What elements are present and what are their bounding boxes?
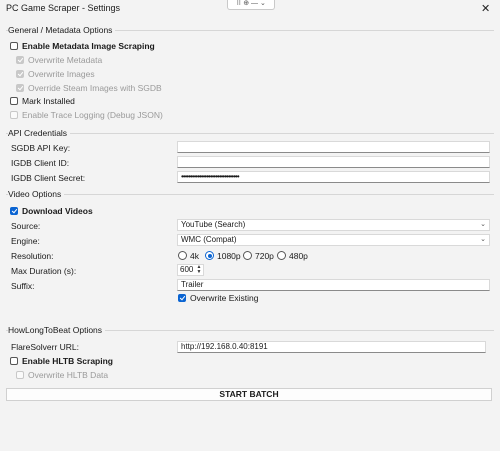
resolution-480p-label: 480p	[289, 251, 308, 261]
engine-dropdown[interactable]: WMC (Compat) ⌄	[177, 234, 490, 246]
download-videos-label: Download Videos	[22, 206, 93, 216]
override-steam-label: Override Steam Images with SGDB	[28, 83, 162, 93]
resolution-480p-radio[interactable]	[277, 251, 286, 260]
overwrite-hltb-checkbox[interactable]	[16, 371, 24, 379]
source-value: YouTube (Search)	[181, 220, 246, 229]
enable-hltb-label: Enable HLTB Scraping	[22, 356, 113, 366]
enable-hltb-checkbox[interactable]	[10, 357, 18, 365]
max-duration-label: Max Duration (s):	[11, 266, 77, 276]
enable-metadata-checkbox[interactable]	[10, 42, 18, 50]
flaresolverr-url-input[interactable]: http://192.168.0.40:8191	[177, 341, 486, 353]
enable-metadata-label: Enable Metadata Image Scraping	[22, 41, 155, 51]
window-title: PC Game Scraper - Settings	[6, 3, 121, 13]
max-duration-value: 600	[180, 265, 194, 274]
group-title-video: Video Options	[8, 189, 65, 199]
igdb-client-secret-label: IGDB Client Secret:	[11, 173, 86, 183]
igdb-client-secret-input[interactable]: ••••••••••••••••••••••••••••••••	[177, 171, 490, 183]
overwrite-existing-checkbox[interactable]	[178, 294, 186, 302]
chevron-down-icon: ⌄	[480, 236, 486, 243]
chevron-down-icon: ⌄	[480, 221, 486, 228]
resolution-720p-radio[interactable]	[243, 251, 252, 260]
sgdb-key-label: SGDB API Key:	[11, 143, 71, 153]
start-batch-button[interactable]: START BATCH	[6, 388, 492, 401]
overwrite-hltb-label: Overwrite HLTB Data	[28, 370, 109, 380]
igdb-client-id-input[interactable]	[177, 156, 490, 168]
resolution-4k-radio[interactable]	[178, 251, 187, 260]
resolution-1080p-radio[interactable]	[205, 251, 214, 260]
group-title-general: General / Metadata Options	[8, 25, 116, 35]
download-videos-checkbox[interactable]	[10, 207, 18, 215]
overwrite-images-label: Overwrite Images	[28, 69, 95, 79]
overwrite-existing-label: Overwrite Existing	[190, 293, 259, 303]
group-title-hltb: HowLongToBeat Options	[8, 325, 106, 335]
snap-layout-toolbar[interactable]: ⠿ ⊕ — ⌄	[227, 0, 275, 10]
resolution-720p-label: 720p	[255, 251, 274, 261]
overwrite-images-checkbox[interactable]	[16, 70, 24, 78]
igdb-client-id-label: IGDB Client ID:	[11, 158, 70, 168]
suffix-input[interactable]: Trailer	[177, 279, 490, 291]
resolution-1080p-label: 1080p	[217, 251, 241, 261]
close-icon[interactable]: ✕	[481, 2, 490, 15]
title-bar: PC Game Scraper - Settings ⠿ ⊕ — ⌄ ✕	[0, 0, 500, 18]
group-title-api: API Credentials	[8, 128, 71, 138]
resolution-label: Resolution:	[11, 251, 54, 261]
engine-label: Engine:	[11, 236, 40, 246]
trace-logging-checkbox[interactable]	[10, 111, 18, 119]
mark-installed-checkbox[interactable]	[10, 97, 18, 105]
resolution-4k-label: 4k	[190, 251, 199, 261]
source-dropdown[interactable]: YouTube (Search) ⌄	[177, 219, 490, 231]
sgdb-key-input[interactable]	[177, 141, 490, 153]
stepper-arrows-icon[interactable]: ▲ ▼	[196, 265, 202, 275]
engine-value: WMC (Compat)	[181, 235, 237, 244]
overwrite-metadata-label: Overwrite Metadata	[28, 55, 103, 65]
trace-logging-label: Enable Trace Logging (Debug JSON)	[22, 110, 163, 120]
override-steam-checkbox[interactable]	[16, 84, 24, 92]
group-divider	[6, 194, 494, 195]
suffix-label: Suffix:	[11, 281, 35, 291]
mark-installed-label: Mark Installed	[22, 96, 75, 106]
group-divider	[6, 133, 494, 134]
flaresolverr-url-label: FlareSolverr URL:	[11, 342, 80, 352]
max-duration-stepper[interactable]: 600 ▲ ▼	[177, 264, 204, 276]
source-label: Source:	[11, 221, 41, 231]
overwrite-metadata-checkbox[interactable]	[16, 56, 24, 64]
